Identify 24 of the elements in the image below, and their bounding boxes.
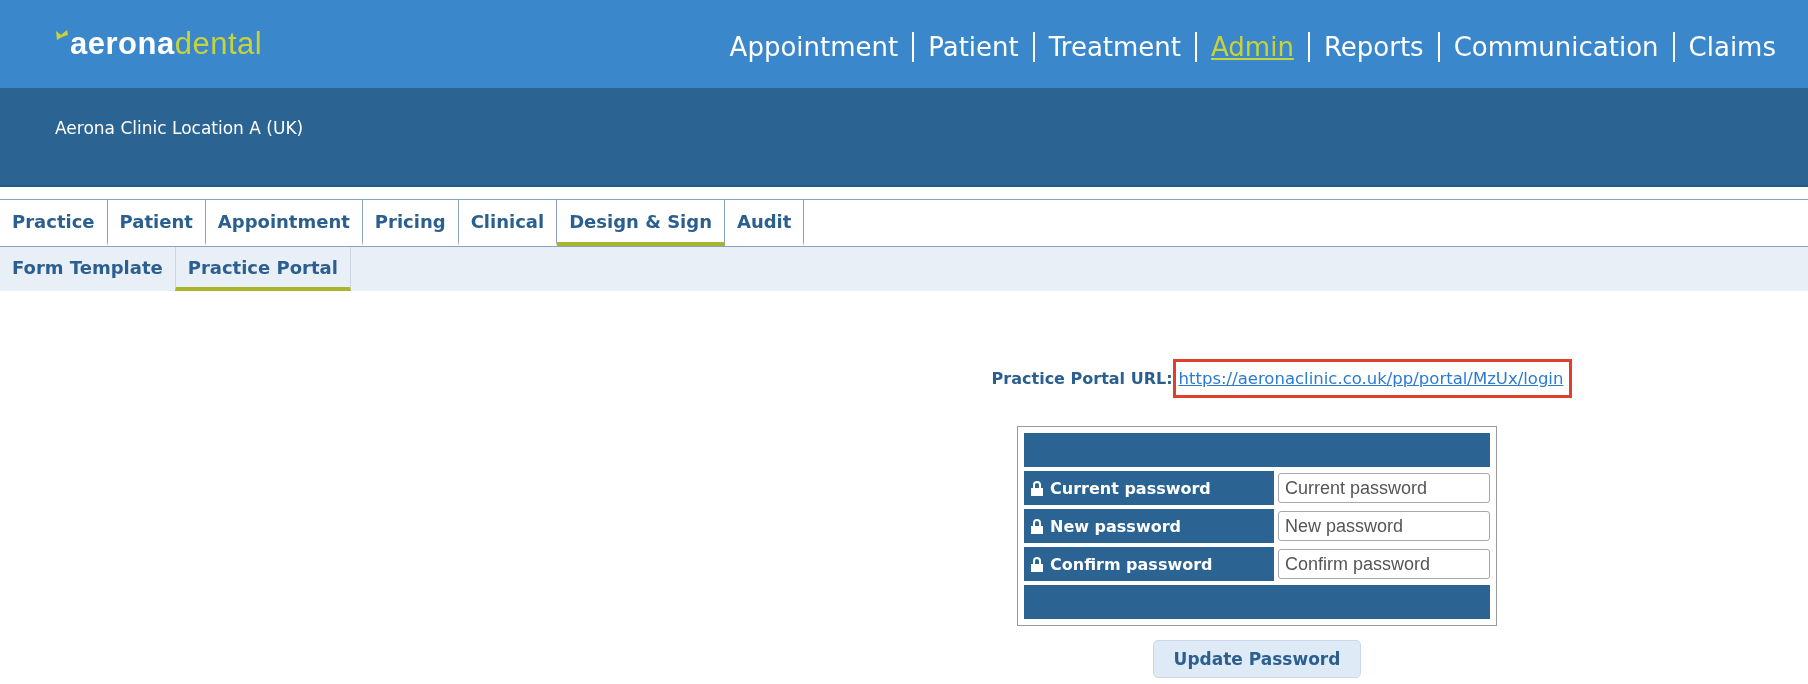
subtab[interactable]: Form Template (0, 247, 175, 291)
nav-link[interactable]: Treatment (1034, 30, 1196, 64)
nav-link[interactable]: Claims (1674, 30, 1790, 64)
url-label: Practice Portal URL: (991, 369, 1173, 388)
password-field[interactable]: Current password (1278, 473, 1490, 503)
field-label: Current password (1050, 478, 1211, 498)
field-label: Confirm password (1050, 554, 1213, 574)
nav-link[interactable]: Communication (1439, 30, 1673, 64)
lock-icon (1030, 479, 1044, 497)
subtab[interactable]: Practice Portal (174, 247, 351, 291)
nav-link[interactable]: Patient (914, 30, 1033, 64)
nav-link[interactable]: Reports (1309, 30, 1438, 64)
update-password-button[interactable]: Update Password (1153, 640, 1361, 678)
portal-link[interactable]: https://aeronaclinic.co.uk/pp/portal/MzUx/login (1178, 369, 1564, 388)
nav-link[interactable]: Appointment (715, 30, 913, 64)
tab[interactable]: Design & Sign (557, 200, 725, 246)
clinic-location: Aerona Clinic Location A (UK) (55, 118, 304, 138)
password-field[interactable]: Confirm password (1278, 549, 1490, 579)
logo-text: dental (174, 26, 263, 62)
logo-text: aerona (70, 26, 175, 62)
lock-icon (1030, 555, 1044, 573)
field-label: New password (1050, 516, 1181, 536)
lock-icon (1030, 517, 1044, 535)
password-field[interactable]: New password (1278, 511, 1490, 541)
